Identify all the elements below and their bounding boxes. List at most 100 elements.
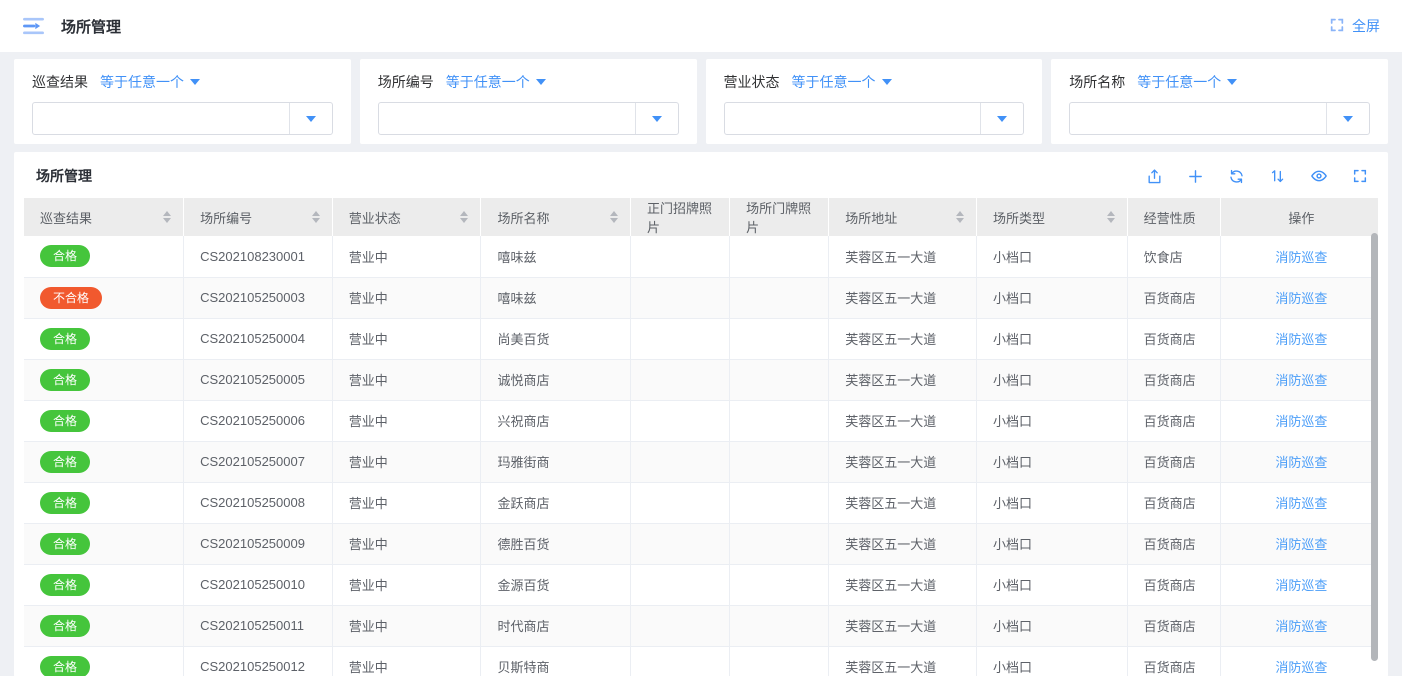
cell-venue-name: 兴祝商店 (481, 400, 631, 441)
fire-inspection-link[interactable]: 消防巡查 (1275, 332, 1327, 347)
content-area: 巡查结果等于任意一个场所编号等于任意一个营业状态等于任意一个场所名称等于任意一个… (0, 52, 1402, 676)
cell-inspection-result: 合格 (24, 482, 184, 523)
column-header-7[interactable]: 场所地址 (829, 198, 977, 236)
cell-actions: 消防巡查 (1220, 523, 1378, 564)
filter-operator-dropdown[interactable]: 等于任意一个 (100, 72, 200, 92)
filter-select-input[interactable] (378, 102, 679, 135)
column-header-label: 经营性质 (1144, 208, 1196, 227)
filter-operator-dropdown[interactable]: 等于任意一个 (1137, 72, 1237, 92)
table-title: 场所管理 (36, 166, 92, 186)
page-title: 场所管理 (61, 16, 121, 37)
select-dropdown-toggle[interactable] (289, 103, 332, 134)
export-icon[interactable] (1146, 168, 1163, 185)
filter-select-input[interactable] (32, 102, 333, 135)
fire-inspection-link[interactable]: 消防巡查 (1275, 619, 1327, 634)
cell-business-status: 营业中 (332, 564, 481, 605)
filter-select-value[interactable] (33, 103, 289, 134)
cell-actions: 消防巡查 (1220, 359, 1378, 400)
cell-venue-address: 芙蓉区五一大道 (829, 277, 977, 318)
column-header-6: 场所门牌照片 (730, 198, 829, 236)
fire-inspection-link[interactable]: 消防巡查 (1275, 537, 1327, 552)
cell-venue-code: CS202105250009 (184, 523, 333, 564)
cell-venue-name: 时代商店 (481, 605, 631, 646)
cell-business-nature: 饮食店 (1127, 236, 1220, 277)
column-header-8[interactable]: 场所类型 (976, 198, 1127, 236)
column-header-label: 场所地址 (845, 208, 897, 227)
cell-venue-type: 小档口 (976, 236, 1127, 277)
column-header-4[interactable]: 场所名称 (481, 198, 631, 236)
filter-select-value[interactable] (1070, 103, 1326, 134)
filter-label: 巡查结果 (32, 72, 88, 92)
topbar-left: 场所管理 (22, 16, 121, 37)
select-dropdown-toggle[interactable] (1326, 103, 1369, 134)
fire-inspection-link[interactable]: 消防巡查 (1275, 250, 1327, 265)
column-header-label: 巡查结果 (40, 208, 92, 227)
fire-inspection-link[interactable]: 消防巡查 (1275, 578, 1327, 593)
sort-icon[interactable] (1269, 168, 1286, 185)
filter-select-value[interactable] (725, 103, 981, 134)
table-wrapper: 巡查结果 场所编号营业状态场所名称正门招牌照片场所门牌照片场所地址 场所类型 经营性质… (24, 198, 1378, 676)
sort-toggle-icon[interactable] (956, 211, 964, 223)
table-row: 合格CS202105250010营业中金源百货芙蓉区五一大道小档口百货商店消防巡… (24, 564, 1378, 605)
filter-select-input[interactable] (1069, 102, 1370, 135)
cell-front-sign-photo (631, 400, 730, 441)
filter-operator-label: 等于任意一个 (792, 72, 876, 92)
cell-actions: 消防巡查 (1220, 646, 1378, 676)
column-header-label: 正门招牌照片 (647, 198, 717, 236)
column-header-10: 操作 (1220, 198, 1378, 236)
status-badge: 合格 (40, 245, 90, 267)
select-dropdown-toggle[interactable] (980, 103, 1023, 134)
cell-actions: 消防巡查 (1220, 400, 1378, 441)
filter-select-input[interactable] (724, 102, 1025, 135)
fire-inspection-link[interactable]: 消防巡查 (1275, 414, 1327, 429)
fire-inspection-link[interactable]: 消防巡查 (1275, 455, 1327, 470)
filter-select-value[interactable] (379, 103, 635, 134)
cell-business-status: 营业中 (332, 646, 481, 676)
column-header-2[interactable]: 场所编号 (184, 198, 333, 236)
status-badge: 合格 (40, 328, 90, 350)
cell-door-plate-photo (730, 236, 829, 277)
filter-card-4: 场所名称等于任意一个 (1051, 59, 1388, 144)
table-row: 合格CS202105250011营业中时代商店芙蓉区五一大道小档口百货商店消防巡… (24, 605, 1378, 646)
vertical-scrollbar-thumb[interactable] (1371, 233, 1378, 661)
column-header-1[interactable]: 巡查结果 (24, 198, 184, 236)
fullscreen-label: 全屏 (1352, 16, 1380, 36)
fullscreen-icon[interactable] (1352, 168, 1368, 184)
cell-business-nature: 百货商店 (1127, 564, 1220, 605)
sort-toggle-icon[interactable] (1107, 211, 1115, 223)
sort-toggle-icon[interactable] (610, 211, 618, 223)
filter-operator-dropdown[interactable]: 等于任意一个 (792, 72, 892, 92)
fullscreen-icon (1329, 17, 1345, 36)
cell-venue-address: 芙蓉区五一大道 (829, 400, 977, 441)
fullscreen-button[interactable]: 全屏 (1329, 16, 1380, 36)
filter-label: 营业状态 (724, 72, 780, 92)
filter-operator-dropdown[interactable]: 等于任意一个 (446, 72, 546, 92)
sort-toggle-icon[interactable] (312, 211, 320, 223)
fire-inspection-link[interactable]: 消防巡查 (1275, 291, 1327, 306)
refresh-icon[interactable] (1228, 168, 1245, 185)
venues-table: 巡查结果 场所编号营业状态场所名称正门招牌照片场所门牌照片场所地址 场所类型 经营性质… (24, 198, 1378, 676)
cell-business-status: 营业中 (332, 400, 481, 441)
cell-front-sign-photo (631, 277, 730, 318)
status-badge: 合格 (40, 492, 90, 514)
fire-inspection-link[interactable]: 消防巡查 (1275, 496, 1327, 511)
select-dropdown-toggle[interactable] (635, 103, 678, 134)
sort-toggle-icon[interactable] (163, 211, 171, 223)
cell-venue-type: 小档口 (976, 359, 1127, 400)
cell-door-plate-photo (730, 400, 829, 441)
fire-inspection-link[interactable]: 消防巡查 (1275, 660, 1327, 675)
table-toolbar (1146, 167, 1368, 185)
table-row: 合格CS202105250005营业中诚悦商店芙蓉区五一大道小档口百货商店消防巡… (24, 359, 1378, 400)
column-header-label: 场所类型 (993, 208, 1045, 227)
column-header-3[interactable]: 营业状态 (332, 198, 481, 236)
fire-inspection-link[interactable]: 消防巡查 (1275, 373, 1327, 388)
sort-toggle-icon[interactable] (460, 211, 468, 223)
filter-card-1: 巡查结果等于任意一个 (14, 59, 351, 144)
status-badge: 合格 (40, 410, 90, 432)
chevron-down-icon (1343, 116, 1353, 122)
add-icon[interactable] (1187, 168, 1204, 185)
cell-venue-name: 金源百货 (481, 564, 631, 605)
menu-collapse-icon[interactable] (22, 16, 45, 36)
eye-icon[interactable] (1310, 167, 1328, 185)
status-badge: 合格 (40, 369, 90, 391)
